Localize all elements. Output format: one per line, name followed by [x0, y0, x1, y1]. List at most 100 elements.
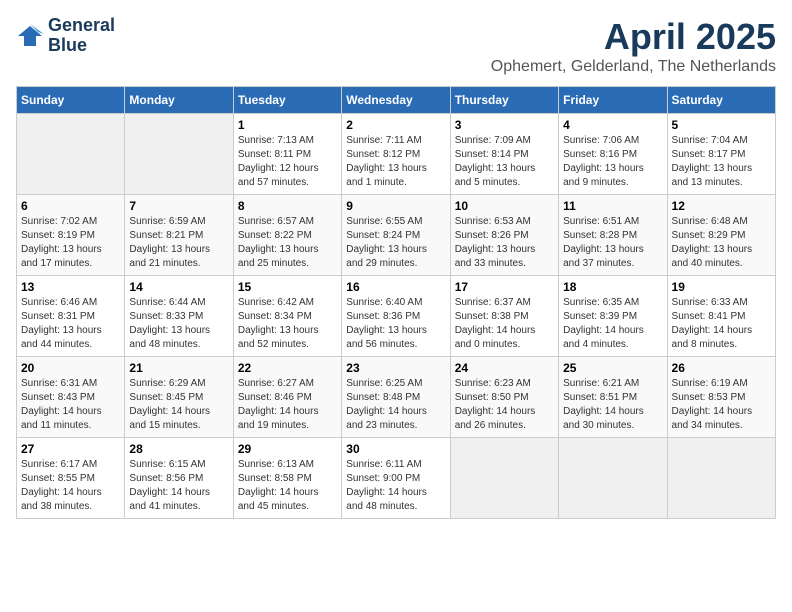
day-cell: 16 Sunrise: 6:40 AM Sunset: 8:36 PM Dayli… — [342, 276, 450, 357]
day-info: Sunrise: 6:57 AM Sunset: 8:22 PM Dayligh… — [238, 215, 337, 271]
day-cell: 14 Sunrise: 6:44 AM Sunset: 8:33 PM Dayli… — [125, 276, 233, 357]
day-cell: 9 Sunrise: 6:55 AM Sunset: 8:24 PM Daylig… — [342, 195, 450, 276]
day-cell: 2 Sunrise: 7:11 AM Sunset: 8:12 PM Daylig… — [342, 114, 450, 195]
day-number: 2 — [346, 118, 445, 132]
day-info: Sunrise: 6:59 AM Sunset: 8:21 PM Dayligh… — [129, 215, 228, 271]
day-info: Sunrise: 7:09 AM Sunset: 8:14 PM Dayligh… — [455, 134, 554, 190]
day-number: 27 — [21, 442, 120, 456]
day-cell: 17 Sunrise: 6:37 AM Sunset: 8:38 PM Dayli… — [450, 276, 558, 357]
day-number: 7 — [129, 199, 228, 213]
day-number: 15 — [238, 280, 337, 294]
day-number: 30 — [346, 442, 445, 456]
day-number: 6 — [21, 199, 120, 213]
day-cell: 26 Sunrise: 6:19 AM Sunset: 8:53 PM Dayli… — [667, 357, 775, 438]
weekday-saturday: Saturday — [667, 87, 775, 114]
title-area: April 2025 Ophemert, Gelderland, The Net… — [491, 16, 776, 76]
calendar-title: April 2025 — [491, 16, 776, 58]
day-cell: 8 Sunrise: 6:57 AM Sunset: 8:22 PM Daylig… — [233, 195, 341, 276]
day-cell — [667, 438, 775, 519]
day-info: Sunrise: 6:37 AM Sunset: 8:38 PM Dayligh… — [455, 296, 554, 352]
day-number: 4 — [563, 118, 662, 132]
day-cell: 21 Sunrise: 6:29 AM Sunset: 8:45 PM Dayli… — [125, 357, 233, 438]
calendar-body: 1 Sunrise: 7:13 AM Sunset: 8:11 PM Daylig… — [17, 114, 776, 519]
week-row-4: 20 Sunrise: 6:31 AM Sunset: 8:43 PM Dayli… — [17, 357, 776, 438]
logo: General Blue — [16, 16, 115, 56]
day-cell: 28Sunrise: 6:15 AM Sunset: 8:56 PM Dayli… — [125, 438, 233, 519]
logo-icon — [16, 22, 44, 50]
day-number: 10 — [455, 199, 554, 213]
day-cell: 10 Sunrise: 6:53 AM Sunset: 8:26 PM Dayli… — [450, 195, 558, 276]
day-info: Sunrise: 6:40 AM Sunset: 8:36 PM Dayligh… — [346, 296, 445, 352]
day-info: Sunrise: 6:17 AM Sunset: 8:55 PM Dayligh… — [21, 458, 120, 514]
logo-text: General Blue — [48, 16, 115, 56]
day-number: 17 — [455, 280, 554, 294]
day-number: 20 — [21, 361, 120, 375]
day-cell: 20 Sunrise: 6:31 AM Sunset: 8:43 PM Dayli… — [17, 357, 125, 438]
day-info: Sunrise: 6:51 AM Sunset: 8:28 PM Dayligh… — [563, 215, 662, 271]
weekday-wednesday: Wednesday — [342, 87, 450, 114]
day-info: Sunrise: 6:27 AM Sunset: 8:46 PM Dayligh… — [238, 377, 337, 433]
day-cell: 3 Sunrise: 7:09 AM Sunset: 8:14 PM Daylig… — [450, 114, 558, 195]
day-info: Sunrise: 6:25 AM Sunset: 8:48 PM Dayligh… — [346, 377, 445, 433]
day-number: 24 — [455, 361, 554, 375]
day-number: 9 — [346, 199, 445, 213]
day-number: 18 — [563, 280, 662, 294]
day-cell: 4 Sunrise: 7:06 AM Sunset: 8:16 PM Daylig… — [559, 114, 667, 195]
day-cell: 7 Sunrise: 6:59 AM Sunset: 8:21 PM Daylig… — [125, 195, 233, 276]
day-cell — [450, 438, 558, 519]
day-cell: 25 Sunrise: 6:21 AM Sunset: 8:51 PM Dayli… — [559, 357, 667, 438]
day-cell — [17, 114, 125, 195]
day-cell: 5Sunrise: 7:04 AM Sunset: 8:17 PM Daylig… — [667, 114, 775, 195]
day-info: Sunrise: 6:44 AM Sunset: 8:33 PM Dayligh… — [129, 296, 228, 352]
day-info: Sunrise: 6:55 AM Sunset: 8:24 PM Dayligh… — [346, 215, 445, 271]
day-info: Sunrise: 6:33 AM Sunset: 8:41 PM Dayligh… — [672, 296, 771, 352]
day-number: 5 — [672, 118, 771, 132]
day-cell: 15 Sunrise: 6:42 AM Sunset: 8:34 PM Dayli… — [233, 276, 341, 357]
day-info: Sunrise: 6:35 AM Sunset: 8:39 PM Dayligh… — [563, 296, 662, 352]
week-row-5: 27 Sunrise: 6:17 AM Sunset: 8:55 PM Dayli… — [17, 438, 776, 519]
day-info: Sunrise: 7:06 AM Sunset: 8:16 PM Dayligh… — [563, 134, 662, 190]
day-number: 1 — [238, 118, 337, 132]
day-number: 13 — [21, 280, 120, 294]
day-cell: 22Sunrise: 6:27 AM Sunset: 8:46 PM Dayli… — [233, 357, 341, 438]
day-number: 16 — [346, 280, 445, 294]
weekday-tuesday: Tuesday — [233, 87, 341, 114]
day-number: 8 — [238, 199, 337, 213]
day-cell: 19 Sunrise: 6:33 AM Sunset: 8:41 PM Dayli… — [667, 276, 775, 357]
day-cell: 29Sunrise: 6:13 AM Sunset: 8:58 PM Dayli… — [233, 438, 341, 519]
week-row-1: 1 Sunrise: 7:13 AM Sunset: 8:11 PM Daylig… — [17, 114, 776, 195]
day-number: 19 — [672, 280, 771, 294]
day-info: Sunrise: 7:13 AM Sunset: 8:11 PM Dayligh… — [238, 134, 337, 190]
weekday-monday: Monday — [125, 87, 233, 114]
day-info: Sunrise: 6:29 AM Sunset: 8:45 PM Dayligh… — [129, 377, 228, 433]
day-info: Sunrise: 6:13 AM Sunset: 8:58 PM Dayligh… — [238, 458, 337, 514]
day-info: Sunrise: 6:31 AM Sunset: 8:43 PM Dayligh… — [21, 377, 120, 433]
day-cell: 24 Sunrise: 6:23 AM Sunset: 8:50 PM Dayli… — [450, 357, 558, 438]
day-cell — [125, 114, 233, 195]
day-cell: 27 Sunrise: 6:17 AM Sunset: 8:55 PM Dayli… — [17, 438, 125, 519]
day-cell: 6Sunrise: 7:02 AM Sunset: 8:19 PM Daylig… — [17, 195, 125, 276]
day-info: Sunrise: 6:23 AM Sunset: 8:50 PM Dayligh… — [455, 377, 554, 433]
day-number: 14 — [129, 280, 228, 294]
day-info: Sunrise: 6:53 AM Sunset: 8:26 PM Dayligh… — [455, 215, 554, 271]
day-number: 26 — [672, 361, 771, 375]
day-cell: 18 Sunrise: 6:35 AM Sunset: 8:39 PM Dayli… — [559, 276, 667, 357]
weekday-thursday: Thursday — [450, 87, 558, 114]
day-number: 3 — [455, 118, 554, 132]
day-cell — [559, 438, 667, 519]
day-number: 21 — [129, 361, 228, 375]
day-info: Sunrise: 7:11 AM Sunset: 8:12 PM Dayligh… — [346, 134, 445, 190]
day-number: 12 — [672, 199, 771, 213]
day-cell: 11Sunrise: 6:51 AM Sunset: 8:28 PM Dayli… — [559, 195, 667, 276]
day-number: 25 — [563, 361, 662, 375]
day-info: Sunrise: 6:19 AM Sunset: 8:53 PM Dayligh… — [672, 377, 771, 433]
day-cell: 30 Sunrise: 6:11 AM Sunset: 9:00 PM Dayli… — [342, 438, 450, 519]
week-row-3: 13Sunrise: 6:46 AM Sunset: 8:31 PM Dayli… — [17, 276, 776, 357]
day-info: Sunrise: 6:11 AM Sunset: 9:00 PM Dayligh… — [346, 458, 445, 514]
day-info: Sunrise: 6:21 AM Sunset: 8:51 PM Dayligh… — [563, 377, 662, 433]
day-number: 28 — [129, 442, 228, 456]
day-cell: 23Sunrise: 6:25 AM Sunset: 8:48 PM Dayli… — [342, 357, 450, 438]
day-info: Sunrise: 6:42 AM Sunset: 8:34 PM Dayligh… — [238, 296, 337, 352]
day-info: Sunrise: 6:48 AM Sunset: 8:29 PM Dayligh… — [672, 215, 771, 271]
weekday-header-row: SundayMondayTuesdayWednesdayThursdayFrid… — [17, 87, 776, 114]
